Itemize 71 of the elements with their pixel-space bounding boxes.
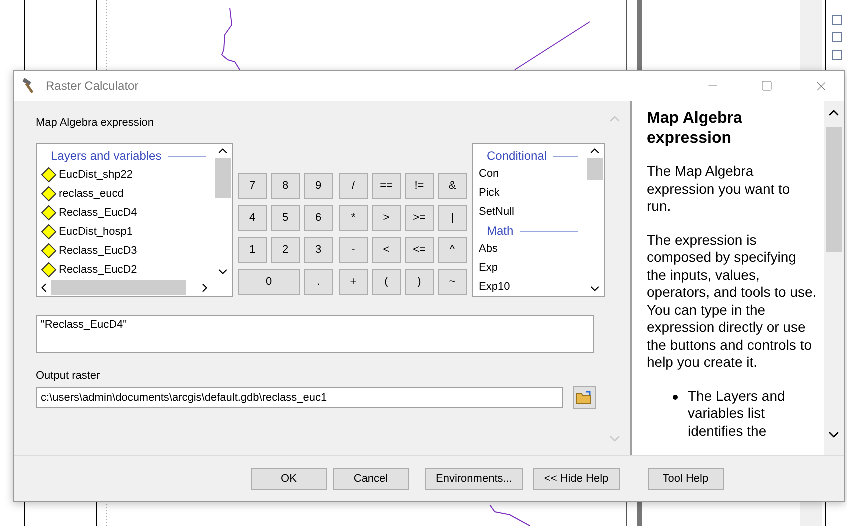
operator-key[interactable]: / [339, 173, 368, 199]
digit-key[interactable]: 3 [304, 237, 333, 263]
layer-item[interactable]: Reclass_EucD3 [59, 244, 138, 256]
dialog-button[interactable]: Environments... [425, 468, 524, 490]
dialog-button[interactable]: Tool Help [648, 468, 724, 490]
layer-item[interactable]: reclass_eucd [59, 188, 124, 200]
dialog-button[interactable]: << Hide Help [533, 468, 620, 490]
digit-key[interactable]: 6 [304, 205, 333, 231]
section-label: Map Algebra expression [36, 117, 156, 129]
layers-list[interactable]: Layers and variables EucDist_shp22 reclass_eucd Reclass_EucD4 EucDist_hosp1 Reclass_EucD3 Reclass_EucD2 [36, 143, 233, 297]
operator-key[interactable]: >= [405, 205, 434, 231]
operator-key[interactable]: - [339, 237, 368, 263]
raster-layer-icon [41, 224, 57, 240]
browse-button[interactable] [573, 386, 596, 409]
digit-key[interactable]: . [304, 269, 333, 295]
operator-key[interactable]: | [438, 205, 467, 231]
operator-key[interactable]: ^ [438, 237, 467, 263]
help-bullet: The Layers and variables list identifies the [688, 388, 786, 440]
window-title: Raster Calculator [46, 79, 140, 93]
raster-layer-icon [41, 262, 57, 278]
operator-key[interactable]: != [405, 173, 434, 199]
field-label: Output raster [36, 370, 100, 382]
functions-list[interactable]: Conditional Con Pick SetNull Math Abs Exp Exp10 [472, 143, 605, 297]
digit-key[interactable]: 1 [238, 237, 267, 263]
digit-key[interactable]: 8 [271, 173, 300, 199]
dialog-button[interactable]: OK [251, 468, 327, 490]
digit-key[interactable]: 4 [238, 205, 267, 231]
scrollbar-thumb[interactable] [51, 280, 186, 295]
list-header: Layers and variables [51, 149, 162, 163]
digit-key[interactable]: 0 [238, 269, 300, 295]
function-item[interactable]: Pick [473, 184, 586, 203]
digit-key[interactable]: 5 [271, 205, 300, 231]
operator-key[interactable]: & [438, 173, 467, 199]
operator-key[interactable]: * [339, 205, 368, 231]
operator-key[interactable]: < [372, 237, 401, 263]
dialog-button[interactable]: Cancel [333, 468, 409, 490]
operator-key[interactable]: ) [405, 269, 434, 295]
function-item[interactable]: Con [473, 165, 586, 184]
raster-layer-icon [41, 166, 57, 182]
operator-key[interactable]: ( [372, 269, 401, 295]
help-paragraph: The Map Algebra expression you want to run. [647, 163, 792, 216]
raster-layer-icon [41, 204, 57, 220]
list-header: Math [487, 224, 514, 238]
output-raster-field[interactable]: c:\users\admin\documents\arcgis\default.gdb\reclass_euc1 [36, 387, 563, 408]
digit-key[interactable]: 9 [304, 173, 333, 199]
layer-item[interactable]: Reclass_EucD2 [59, 264, 138, 276]
raster-layer-icon [41, 242, 57, 258]
list-header: Conditional [487, 149, 548, 163]
operator-key[interactable]: ~ [438, 269, 467, 295]
digit-key[interactable]: 2 [271, 237, 300, 263]
expression-field[interactable]: "Reclass_EucD4" [36, 315, 594, 353]
operator-key[interactable]: + [339, 269, 368, 295]
scrollbar-thumb[interactable] [826, 127, 842, 252]
help-title: Map Algebra expression [647, 109, 744, 149]
help-paragraph: The expression is composed by specifying the inputs, values, operators, and tools to use. You can type in the expression directly or use the buttons and controls to help you create it. [647, 232, 818, 372]
layer-item[interactable]: Reclass_EucD4 [59, 206, 138, 218]
raster-layer-icon [41, 186, 57, 202]
function-item[interactable]: Exp10 [473, 278, 586, 296]
digit-key[interactable]: 7 [238, 173, 267, 199]
function-item[interactable]: Abs [473, 240, 586, 259]
scrollbar-thumb[interactable] [587, 158, 603, 180]
function-item[interactable]: SetNull [473, 203, 586, 222]
operator-key[interactable]: <= [405, 237, 434, 263]
function-item[interactable]: Exp [473, 259, 586, 278]
operator-key[interactable]: > [372, 205, 401, 231]
maximize-icon[interactable] [761, 80, 773, 92]
bullet-icon [673, 394, 678, 400]
operator-key[interactable]: == [372, 173, 401, 199]
layer-item[interactable]: EucDist_shp22 [59, 168, 133, 180]
layer-item[interactable]: EucDist_hosp1 [59, 226, 133, 238]
scrollbar-thumb[interactable] [215, 158, 231, 198]
